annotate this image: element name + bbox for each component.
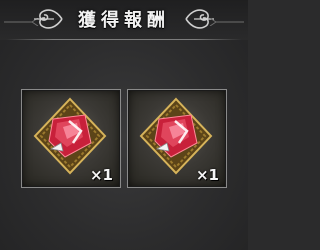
reward-slot-2[interactable]: ×1	[127, 89, 227, 188]
reward-quantity: ×1	[89, 166, 113, 184]
header-divider	[6, 39, 242, 40]
header-frame-ornament-right	[209, 18, 244, 26]
red-gem-fragment-icon	[139, 97, 213, 175]
reward-slot-1[interactable]: ×1	[21, 89, 121, 188]
reward-quantity: ×1	[195, 166, 219, 184]
red-gem-fragment-icon	[33, 97, 107, 175]
reward-dialog: 獲得報酬 ×1 ×1	[0, 0, 248, 250]
dialog-header: 獲得報酬	[0, 0, 248, 40]
